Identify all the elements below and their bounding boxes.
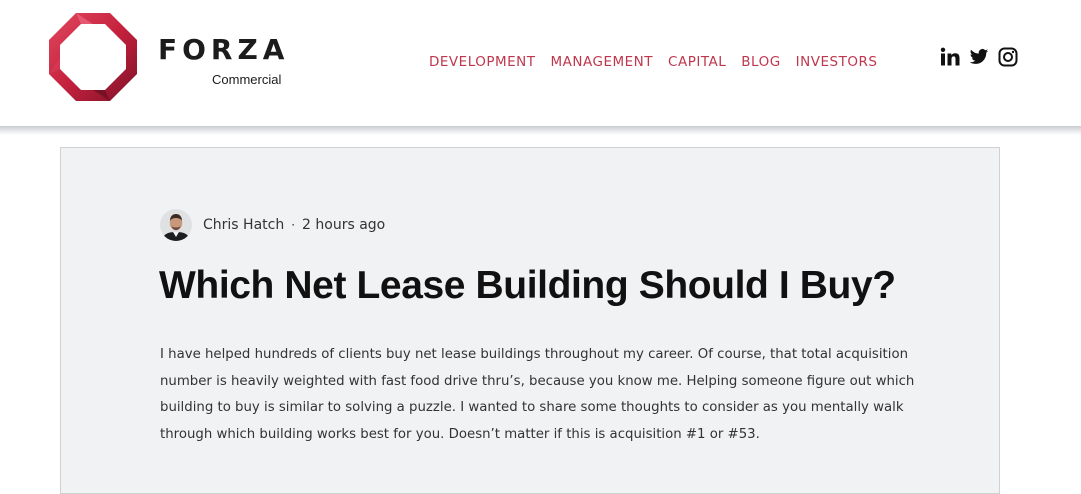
nav-item: BLOG bbox=[741, 52, 780, 72]
home-logo-link[interactable]: FORZA Commercial bbox=[48, 12, 298, 102]
nav-link-capital[interactable]: CAPITAL bbox=[668, 54, 726, 70]
post-excerpt: I have helped hundreds of clients buy ne… bbox=[160, 347, 915, 442]
nav-item: MANAGEMENT bbox=[551, 52, 654, 72]
author-photo-icon bbox=[160, 209, 192, 241]
linkedin-icon bbox=[940, 47, 960, 66]
post-time: 2 hours ago bbox=[302, 217, 386, 233]
instagram-icon bbox=[998, 47, 1018, 67]
brand-name: FORZA bbox=[158, 33, 290, 66]
nav-item: INVESTORS bbox=[796, 52, 878, 72]
twitter-link[interactable] bbox=[969, 47, 989, 67]
nav-link-blog[interactable]: BLOG bbox=[741, 54, 780, 70]
twitter-icon bbox=[969, 49, 989, 64]
post-meta: Chris Hatch · 2 hours ago bbox=[160, 208, 385, 242]
social-links bbox=[940, 47, 1018, 67]
main-nav-list: DEVELOPMENT MANAGEMENT CAPITAL BLOG INVE… bbox=[429, 52, 877, 72]
nav-link-investors[interactable]: INVESTORS bbox=[796, 54, 878, 70]
brand-subtitle: Commercial bbox=[212, 72, 282, 87]
linkedin-link[interactable] bbox=[940, 47, 960, 67]
post-title[interactable]: Which Net Lease Building Should I Buy? bbox=[159, 264, 896, 308]
nav-link-management[interactable]: MANAGEMENT bbox=[551, 54, 654, 70]
nav-item: CAPITAL bbox=[668, 52, 726, 72]
forza-logo-icon bbox=[49, 13, 137, 101]
author-name[interactable]: Chris Hatch bbox=[203, 217, 284, 233]
meta-separator: · bbox=[291, 218, 296, 232]
nav-link-development[interactable]: DEVELOPMENT bbox=[429, 54, 536, 70]
author-avatar[interactable] bbox=[160, 209, 192, 241]
instagram-link[interactable] bbox=[998, 47, 1018, 67]
nav-item: DEVELOPMENT bbox=[429, 52, 536, 72]
site-header: FORZA Commercial DEVELOPMENT MANAGEMENT … bbox=[0, 0, 1081, 126]
header-shadow bbox=[0, 126, 1081, 135]
blog-post-card: Chris Hatch · 2 hours ago Which Net Leas… bbox=[60, 147, 1000, 494]
